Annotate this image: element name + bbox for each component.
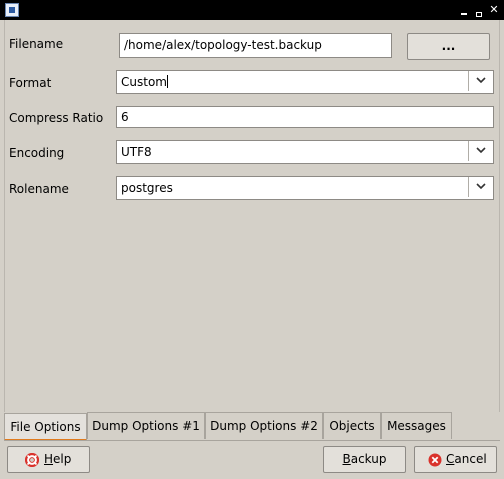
lifebuoy-icon: [25, 453, 39, 467]
rolename-dropdown-button[interactable]: [468, 177, 493, 197]
app-icon[interactable]: [5, 3, 19, 17]
filename-label: Filename: [9, 37, 64, 51]
format-label: Format: [9, 76, 52, 90]
filename-value: /home/alex/topology-test.backup: [124, 38, 322, 52]
help-button[interactable]: Help: [7, 446, 90, 473]
title-bar[interactable]: ✕: [0, 0, 504, 20]
chevron-down-icon: [476, 147, 486, 154]
tab-objects[interactable]: Objects: [323, 412, 381, 439]
tab-label: Objects: [329, 419, 375, 433]
help-button-label: Help: [44, 452, 72, 466]
tab-bar: File Options Dump Options #1 Dump Option…: [4, 412, 500, 441]
text-cursor: [166, 75, 168, 88]
chevron-down-icon: [476, 77, 486, 84]
tab-messages[interactable]: Messages: [381, 412, 452, 439]
backup-dialog: ✕ Filename /home/alex/topology-test.back…: [0, 0, 504, 479]
chevron-down-icon: [476, 183, 486, 190]
tab-file-options[interactable]: File Options: [4, 413, 87, 441]
rolename-combo[interactable]: postgres: [116, 176, 494, 200]
browse-button-label: ...: [441, 39, 456, 53]
tab-label: Messages: [387, 419, 446, 433]
browse-button[interactable]: ...: [407, 33, 490, 60]
tab-dump-options-2[interactable]: Dump Options #2: [205, 412, 323, 439]
format-dropdown-button[interactable]: [468, 71, 493, 91]
tab-label: File Options: [10, 420, 81, 434]
compress-ratio-value: 6: [121, 110, 129, 124]
tab-label: Dump Options #1: [92, 419, 200, 433]
format-combo[interactable]: Custom: [116, 70, 494, 94]
maximize-icon[interactable]: [472, 3, 486, 17]
backup-button-label: Backup: [342, 452, 387, 466]
tab-label: Dump Options #2: [210, 419, 318, 433]
minimize-icon[interactable]: [457, 3, 471, 17]
cancel-icon: [428, 453, 442, 467]
encoding-value: UTF8: [121, 145, 152, 159]
encoding-label: Encoding: [9, 146, 65, 160]
compress-ratio-input[interactable]: 6: [116, 106, 494, 128]
cancel-button[interactable]: Cancel: [414, 446, 497, 473]
rolename-value: postgres: [121, 181, 173, 195]
tab-divider: [4, 440, 500, 441]
format-value: Custom: [121, 75, 167, 89]
close-icon[interactable]: ✕: [487, 3, 501, 17]
cancel-button-label: Cancel: [446, 452, 487, 466]
rolename-label: Rolename: [9, 182, 69, 196]
filename-input[interactable]: /home/alex/topology-test.backup: [119, 33, 392, 58]
backup-button[interactable]: Backup: [323, 446, 406, 473]
tab-dump-options-1[interactable]: Dump Options #1: [87, 412, 205, 439]
compress-ratio-label: Compress Ratio: [9, 111, 104, 125]
encoding-combo[interactable]: UTF8: [116, 140, 494, 164]
encoding-dropdown-button[interactable]: [468, 141, 493, 161]
